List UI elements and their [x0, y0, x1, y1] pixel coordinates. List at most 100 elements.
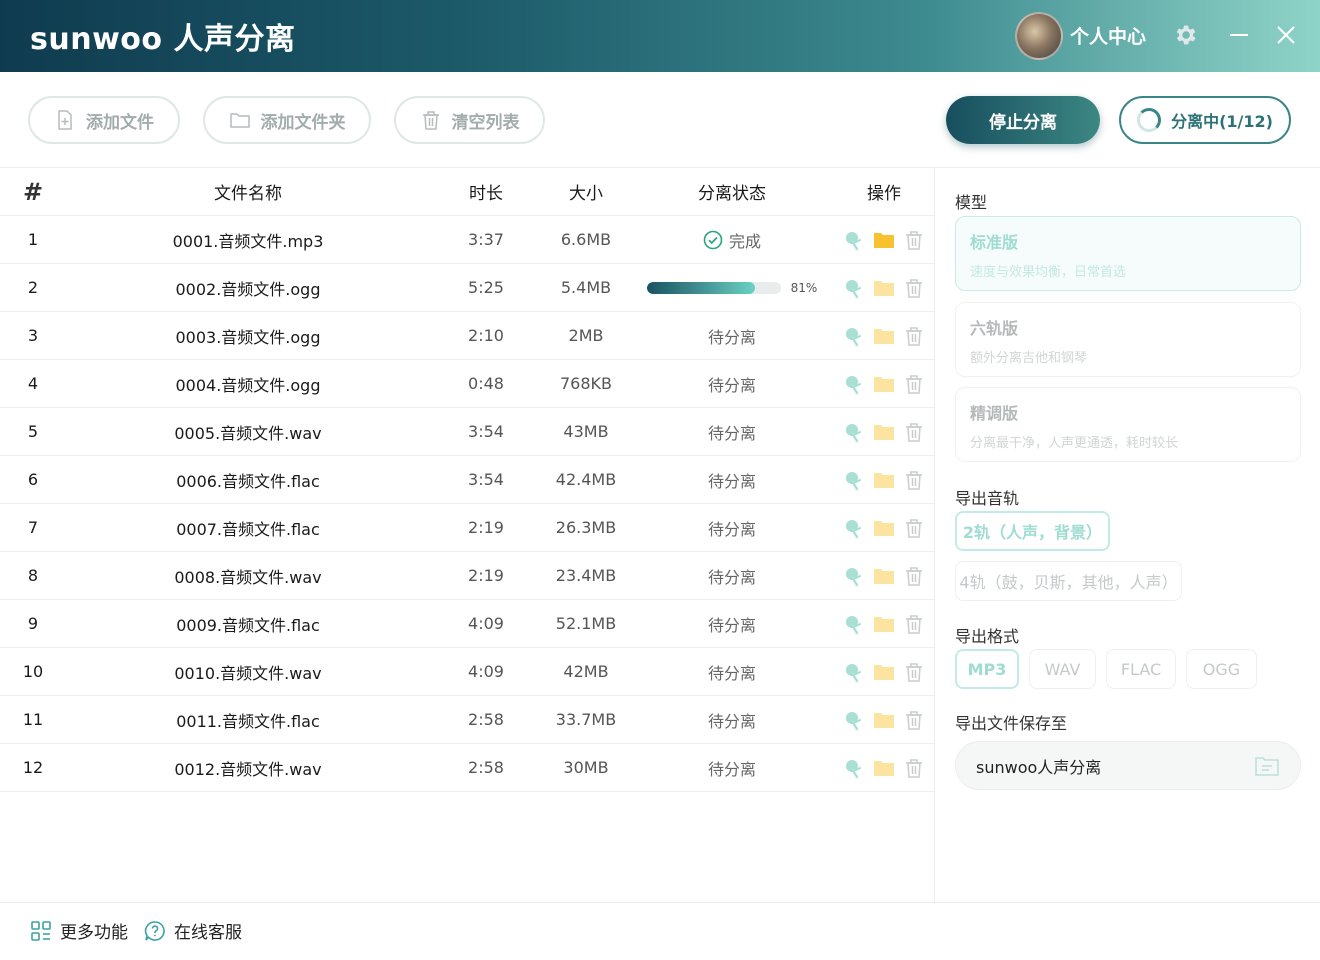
table-row[interactable]: 12 0012.音频文件.wav 2:58 30MB 待分离: [0, 744, 934, 792]
file-size: 768KB: [559, 374, 612, 393]
folder-icon[interactable]: [873, 469, 895, 491]
model-title: 精调版: [970, 404, 1019, 423]
play-icon[interactable]: [843, 421, 865, 443]
play-icon[interactable]: [843, 613, 865, 635]
gear-icon[interactable]: [1172, 22, 1198, 48]
trash-icon[interactable]: [903, 517, 925, 539]
save-location-label: 导出文件保存至: [955, 714, 1068, 733]
table-row[interactable]: 9 0009.音频文件.flac 4:09 52.1MB 待分离: [0, 600, 934, 648]
trash-icon[interactable]: [903, 277, 925, 299]
folder-icon[interactable]: [873, 325, 895, 347]
trash-icon[interactable]: [903, 565, 925, 587]
trash-icon[interactable]: [903, 757, 925, 779]
col-header-size: 大小: [569, 184, 603, 204]
format-ogg[interactable]: OGG: [1186, 649, 1257, 689]
trash-icon[interactable]: [903, 469, 925, 491]
open-folder-icon[interactable]: [1254, 754, 1280, 778]
play-icon[interactable]: [843, 277, 865, 299]
play-icon[interactable]: [843, 229, 865, 251]
table-row[interactable]: 3 0003.音频文件.ogg 2:10 2MB 待分离: [0, 312, 934, 360]
add-file-label: 添加文件: [86, 112, 154, 133]
row-actions: [834, 421, 934, 443]
trash-icon[interactable]: [903, 421, 925, 443]
progress-fill: [646, 281, 756, 294]
folder-icon[interactable]: [873, 613, 895, 635]
row-actions: [834, 613, 934, 635]
user-center-link[interactable]: 个人中心: [1070, 22, 1146, 49]
folder-icon[interactable]: [873, 517, 895, 539]
trash-icon[interactable]: [903, 373, 925, 395]
row-actions: [834, 325, 934, 347]
file-name: 0010.音频文件.wav: [174, 663, 322, 683]
file-duration: 5:25: [468, 278, 504, 297]
file-name: 0001.音频文件.mp3: [172, 231, 324, 251]
minimize-icon[interactable]: [1228, 24, 1250, 46]
trash-icon[interactable]: [903, 325, 925, 347]
table-row[interactable]: 7 0007.音频文件.flac 2:19 26.3MB 待分离: [0, 504, 934, 552]
format-flac[interactable]: FLAC: [1106, 649, 1176, 689]
row-actions: [834, 661, 934, 683]
play-icon[interactable]: [843, 325, 865, 347]
folder-icon[interactable]: [873, 421, 895, 443]
table-row[interactable]: 10 0010.音频文件.wav 4:09 42MB 待分离: [0, 648, 934, 696]
trash-icon[interactable]: [903, 229, 925, 251]
file-name: 0007.音频文件.flac: [176, 519, 320, 539]
add-folder-label: 添加文件夹: [260, 112, 346, 133]
col-header-name: 文件名称: [214, 184, 282, 204]
stop-separation-button[interactable]: 停止分离: [946, 96, 1100, 144]
table-row[interactable]: 6 0006.音频文件.flac 3:54 42.4MB 待分离: [0, 456, 934, 504]
play-icon[interactable]: [843, 709, 865, 731]
online-support-link[interactable]: 在线客服: [144, 918, 242, 943]
play-icon[interactable]: [843, 757, 865, 779]
separation-progress-button[interactable]: 分离中(1/12): [1119, 96, 1291, 144]
play-icon[interactable]: [843, 469, 865, 491]
status-text: 待分离: [707, 615, 756, 635]
model-card-fine-tuned[interactable]: 精调版 分离最干净，人声更通透，耗时较长: [955, 387, 1301, 462]
folder-icon[interactable]: [873, 277, 895, 299]
model-card-standard[interactable]: 标准版 速度与效果均衡，日常首选: [955, 216, 1301, 291]
avatar[interactable]: [1015, 12, 1063, 60]
folder-icon[interactable]: [873, 373, 895, 395]
separation-status: 待分离: [630, 372, 834, 396]
add-file-button[interactable]: 添加文件: [28, 96, 180, 144]
trash-icon[interactable]: [903, 709, 925, 731]
folder-icon[interactable]: [873, 757, 895, 779]
table-row[interactable]: 4 0004.音频文件.ogg 0:48 768KB 待分离: [0, 360, 934, 408]
status-text: 待分离: [707, 711, 756, 731]
folder-icon[interactable]: [873, 709, 895, 731]
trash-icon[interactable]: [903, 661, 925, 683]
close-icon[interactable]: [1275, 24, 1297, 46]
play-icon[interactable]: [843, 661, 865, 683]
add-folder-button[interactable]: 添加文件夹: [203, 96, 371, 144]
file-duration: 3:54: [468, 470, 504, 489]
file-size: 23.4MB: [555, 566, 617, 585]
format-wav[interactable]: WAV: [1029, 649, 1096, 689]
more-features-link[interactable]: 更多功能: [30, 918, 128, 943]
table-row[interactable]: 11 0011.音频文件.flac 2:58 33.7MB 待分离: [0, 696, 934, 744]
folder-icon[interactable]: [873, 565, 895, 587]
separation-status: 待分离: [630, 564, 834, 588]
format-mp3[interactable]: MP3: [955, 649, 1019, 689]
table-row[interactable]: 2 0002.音频文件.ogg 5:25 5.4MB 81%: [0, 264, 934, 312]
file-size: 5.4MB: [560, 278, 612, 297]
file-name: 0005.音频文件.wav: [174, 423, 322, 443]
play-icon[interactable]: [843, 373, 865, 395]
table-row[interactable]: 8 0008.音频文件.wav 2:19 23.4MB 待分离: [0, 552, 934, 600]
trash-icon[interactable]: [903, 613, 925, 635]
play-icon[interactable]: [843, 565, 865, 587]
table-row[interactable]: 1 0001.音频文件.mp3 3:37 6.6MB 完成: [0, 216, 934, 264]
track-option-4[interactable]: 4轨（鼓，贝斯，其他，人声）: [955, 561, 1182, 601]
row-actions: [834, 757, 934, 779]
file-duration: 4:09: [468, 614, 504, 633]
clear-list-button[interactable]: 清空列表: [394, 96, 545, 144]
track-option-2[interactable]: 2轨（人声，背景）: [955, 511, 1110, 551]
table-row[interactable]: 5 0005.音频文件.wav 3:54 43MB 待分离: [0, 408, 934, 456]
separation-status: 待分离: [630, 420, 834, 444]
folder-icon[interactable]: [873, 661, 895, 683]
file-name: 0004.音频文件.ogg: [175, 375, 321, 395]
model-desc: 分离最干净，人声更通透，耗时较长: [970, 436, 1179, 451]
play-icon[interactable]: [843, 517, 865, 539]
save-path-field[interactable]: sunwoo人声分离: [955, 741, 1301, 790]
model-card-six-track[interactable]: 六轨版 额外分离吉他和钢琴: [955, 302, 1301, 377]
folder-icon[interactable]: [873, 229, 895, 251]
